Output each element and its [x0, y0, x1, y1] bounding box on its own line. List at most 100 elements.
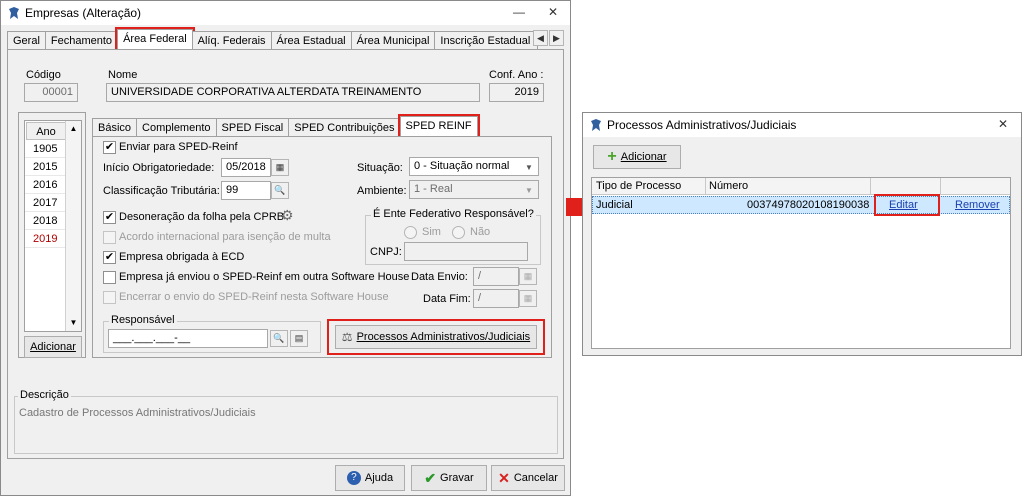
ambiente-select[interactable]: 1 - Real [409, 180, 539, 199]
encerrar-checkbox[interactable] [103, 291, 116, 304]
responsavel-search-icon[interactable]: 🔍 [270, 330, 288, 347]
enviou-checkbox[interactable] [103, 271, 116, 284]
cancelar-button[interactable]: ✕ Cancelar [491, 465, 565, 491]
tab-area-federal[interactable]: Área Federal [115, 27, 195, 52]
year-item-selected[interactable]: 2019 [25, 230, 65, 248]
year-item[interactable]: 2017 [25, 194, 65, 212]
cancelar-label: Cancelar [513, 472, 558, 484]
empresas-window: Empresas (Alteração) — ✕ Geral Fechament… [0, 0, 571, 496]
search-icon[interactable]: 🔍 [271, 182, 289, 199]
col-divider [940, 178, 941, 195]
adicionar-year-button[interactable]: Adicionar [24, 336, 82, 358]
nome-label: Nome [108, 69, 138, 81]
dialog-title: Processos Administrativos/Judiciais [607, 118, 797, 132]
col-divider [705, 178, 706, 195]
tabs-scroll-right-icon[interactable]: ▶ [549, 30, 564, 46]
data-fim-calendar-icon[interactable]: ▦ [519, 290, 537, 307]
sim-label: Sim [422, 226, 441, 238]
subtab-basico[interactable]: Básico [92, 118, 138, 137]
responsavel-card-icon[interactable]: ▤ [290, 330, 308, 347]
years-list[interactable]: Ano 1905 2015 2016 2017 2018 2019 ▲ ▼ [24, 120, 82, 332]
enviar-checkbox[interactable]: ✔ [103, 141, 116, 154]
classif-field[interactable]: 99 [221, 181, 271, 200]
processos-dialog: Processos Administrativos/Judiciais ✕ + … [582, 112, 1022, 356]
year-item[interactable]: 2018 [25, 212, 65, 230]
tab-geral[interactable]: Geral [7, 31, 46, 50]
remover-link[interactable]: Remover [955, 199, 1000, 212]
help-icon: ? [346, 471, 361, 485]
ambiente-dropdown-icon[interactable]: ▼ [525, 184, 533, 197]
app-icon [9, 7, 19, 19]
sub-tabs: Básico Complemento SPED Fiscal SPED Cont… [92, 114, 480, 139]
data-fim-label: Data Fim: [423, 293, 471, 305]
situacao-dropdown-icon[interactable]: ▼ [525, 161, 533, 174]
gravar-button[interactable]: ✔ Gravar [411, 465, 487, 491]
ecd-checkbox[interactable]: ✔ [103, 251, 116, 264]
cnpj-field[interactable] [404, 242, 528, 261]
data-envio-field[interactable]: / [473, 267, 519, 286]
situacao-label: Situação: [357, 162, 403, 174]
enviar-label: Enviar para SPED-Reinf [119, 141, 238, 153]
responsavel-field[interactable]: ___.___.___-__ [108, 329, 268, 348]
table-row[interactable]: Judicial 00374978020108190038 Editar Rem… [592, 194, 1010, 216]
main-titlebar: Empresas (Alteração) [1, 1, 570, 25]
ajuda-button[interactable]: ? Ajuda [335, 465, 405, 491]
tab-area-municipal[interactable]: Área Municipal [350, 31, 436, 50]
editar-link[interactable]: Editar [889, 199, 918, 212]
dialog-close-button[interactable]: ✕ [993, 115, 1013, 133]
inicio-field[interactable]: 05/2018 [221, 158, 271, 177]
scroll-down-icon[interactable]: ▼ [66, 315, 81, 331]
subtab-complemento[interactable]: Complemento [136, 118, 217, 137]
codigo-field: 00001 [24, 83, 78, 102]
responsavel-label: Responsável [109, 314, 177, 327]
responsavel-group: Responsável ___.___.___-__ 🔍 ▤ [103, 314, 321, 353]
subtab-sped-contribuicoes[interactable]: SPED Contribuições [288, 118, 401, 137]
gravar-label: Gravar [440, 472, 474, 484]
years-header: Ano [26, 122, 66, 140]
ecd-label: Empresa obrigada à ECD [119, 251, 245, 263]
year-item[interactable]: 2016 [25, 176, 65, 194]
descricao-text: Cadastro de Processos Administrativos/Ju… [19, 407, 256, 419]
cnpj-label: CNPJ: [370, 246, 402, 258]
tab-fechamento[interactable]: Fechamento [44, 31, 119, 50]
data-envio-label: Data Envio: [411, 271, 468, 283]
data-fim-field[interactable]: / [473, 289, 519, 308]
adicionar-year-label: Adicionar [30, 341, 76, 353]
col-divider [870, 178, 871, 195]
data-envio-calendar-icon[interactable]: ▦ [519, 268, 537, 285]
tab-area-estadual[interactable]: Área Estadual [270, 31, 352, 50]
subtab-sped-fiscal[interactable]: SPED Fiscal [215, 118, 290, 137]
sim-radio[interactable] [404, 226, 417, 239]
tab-inscricao-estadual[interactable]: Inscrição Estadual S [434, 31, 539, 50]
dialog-adicionar-button[interactable]: + Adicionar [593, 145, 681, 169]
processos-label: Processos Administrativos/Judiciais [356, 331, 531, 343]
classif-label: Classificação Tributária: [103, 185, 220, 197]
conf-ano-label: Conf. Ano : [489, 69, 544, 81]
main-tabs: Geral Fechamento Área Federal Alíq. Fede… [7, 27, 539, 52]
processos-button[interactable]: ⚖ Processos Administrativos/Judiciais [335, 325, 537, 349]
close-button[interactable]: ✕ [543, 3, 563, 21]
tabs-scroll-left-icon[interactable]: ◀ [533, 30, 548, 46]
nome-field: UNIVERSIDADE CORPORATIVA ALTERDATA TREIN… [106, 83, 480, 102]
minimize-button[interactable]: — [509, 3, 529, 21]
year-item[interactable]: 2015 [25, 158, 65, 176]
acordo-checkbox[interactable] [103, 231, 116, 244]
calendar-icon[interactable]: ▦ [271, 159, 289, 176]
plus-icon: + [607, 148, 617, 165]
situacao-select[interactable]: 0 - Situação normal [409, 157, 539, 176]
ambiente-label: Ambiente: [357, 185, 407, 197]
gear-icon[interactable]: ⚙ [281, 208, 294, 222]
descricao-group: Descrição Cadastro de Processos Administ… [14, 389, 558, 454]
year-item[interactable]: 1905 [25, 140, 65, 158]
sped-reinf-panel: ✔ Enviar para SPED-Reinf Início Obrigato… [92, 136, 552, 358]
scroll-up-icon[interactable]: ▲ [66, 121, 81, 137]
row-tipo: Judicial [596, 199, 633, 211]
dialog-adicionar-label: Adicionar [620, 151, 667, 163]
nao-radio[interactable] [452, 226, 465, 239]
years-scrollbar[interactable]: ▲ ▼ [65, 121, 81, 331]
ajuda-label: Ajuda [364, 472, 394, 484]
codigo-label: Código [26, 69, 61, 81]
desoneracao-checkbox[interactable]: ✔ [103, 211, 116, 224]
tab-aliq-federais[interactable]: Alíq. Federais [191, 31, 272, 50]
subtab-sped-reinf[interactable]: SPED REINF [397, 114, 480, 139]
